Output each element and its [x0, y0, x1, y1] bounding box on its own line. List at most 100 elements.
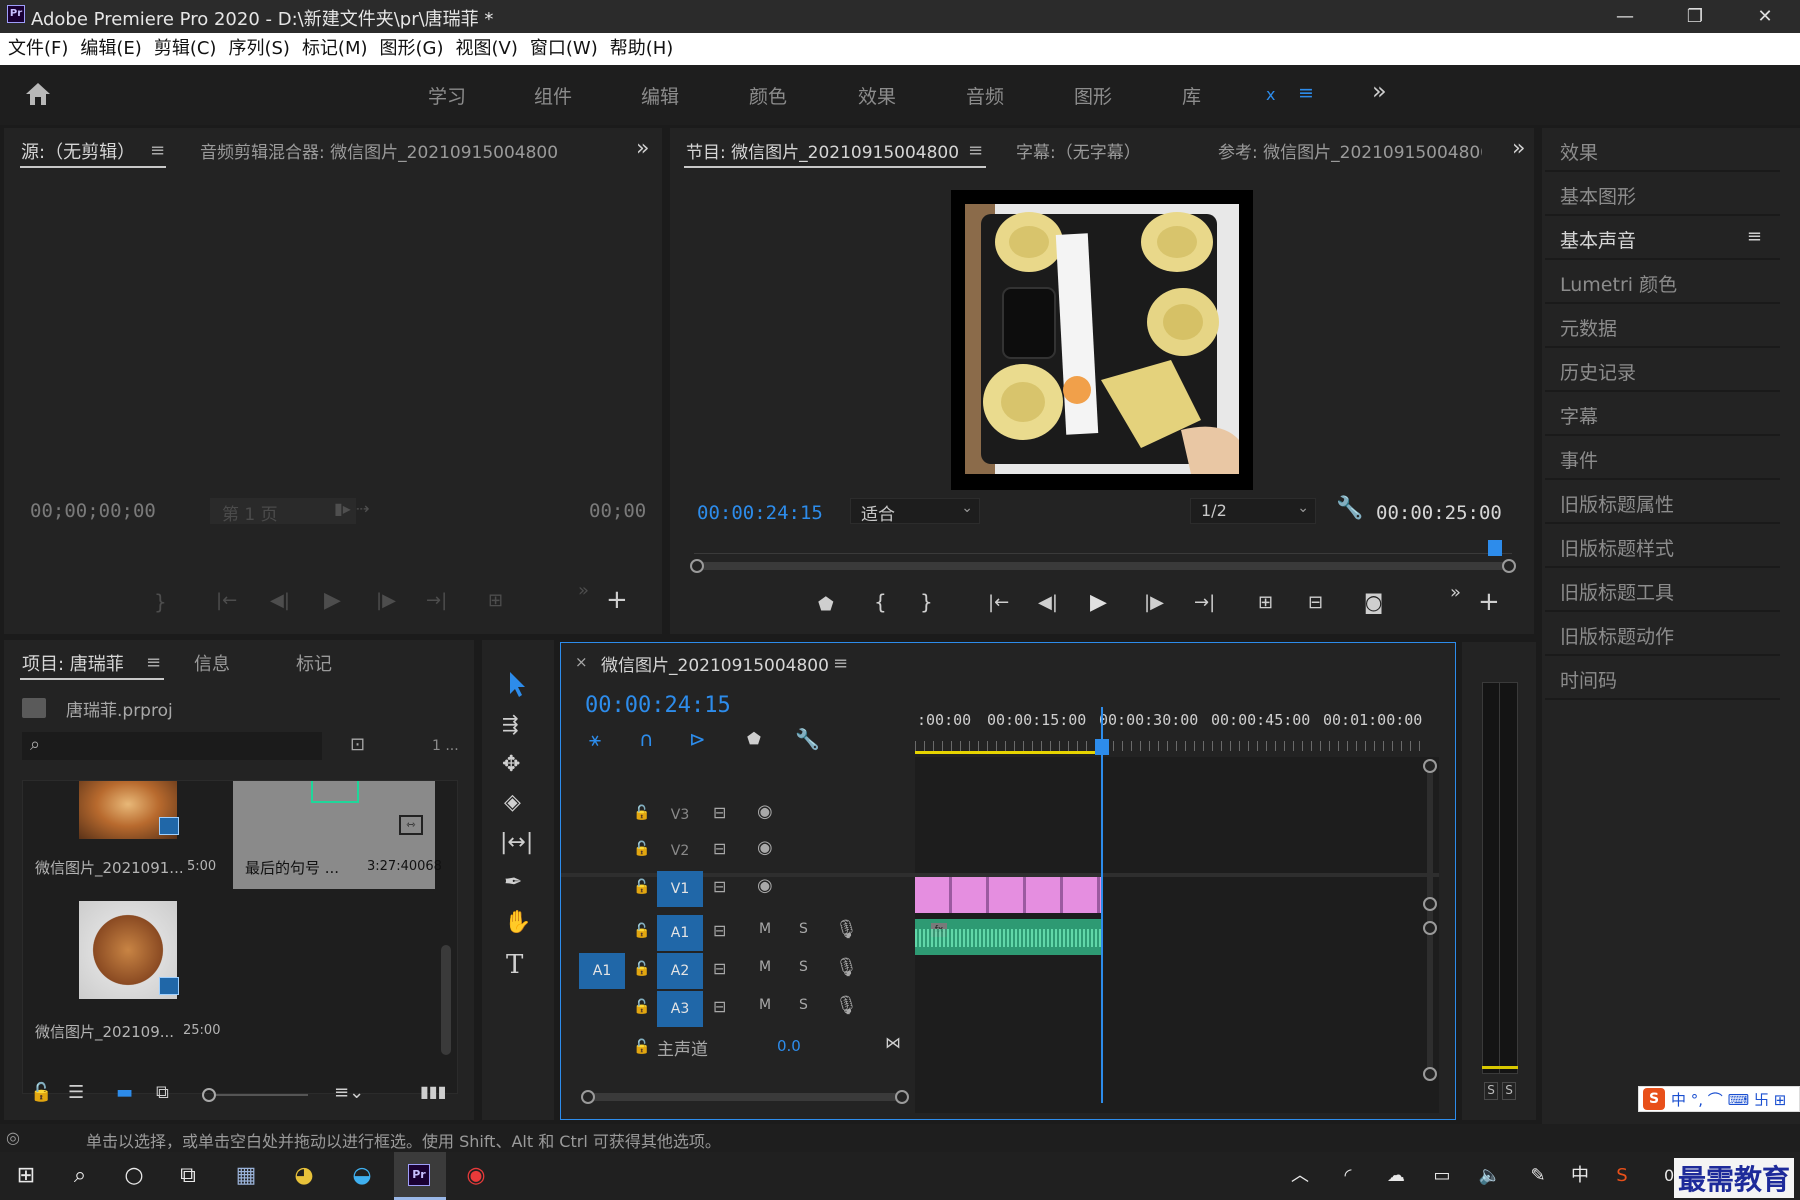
program-playhead-marker-icon[interactable] — [1488, 540, 1502, 556]
workspace-tab-assembly[interactable]: 组件 — [534, 82, 572, 109]
hand-tool-icon[interactable]: ✋ — [504, 910, 531, 935]
tab-captions[interactable]: 字幕:（无字幕） — [1016, 138, 1141, 163]
v2-sync-lock-icon[interactable]: ⊟ — [713, 839, 726, 858]
a1-voiceover-microphone-icon[interactable]: 🎙 — [835, 919, 858, 940]
program-zoom-scrollbar[interactable] — [694, 562, 1512, 570]
tab-timeline-sequence[interactable]: 微信图片_20210915004800 — [601, 651, 829, 676]
workspace-tab-color[interactable]: 颜色 — [749, 82, 787, 109]
timeline-vscroll-handle-bottom[interactable] — [1423, 1067, 1437, 1081]
workspace-tab-audio[interactable]: 音频 — [966, 82, 1004, 109]
menu-file[interactable]: 文件(F) — [8, 33, 68, 65]
a2-sync-lock-icon[interactable]: ⊟ — [713, 959, 726, 978]
freeform-view-icon[interactable]: ⧉ — [156, 1082, 169, 1103]
timeline-vscroll-handle-top[interactable] — [1423, 759, 1437, 773]
master-lock-icon[interactable]: 🔓 — [633, 1039, 650, 1055]
tray-battery-icon[interactable]: ▭ — [1424, 1160, 1460, 1192]
source-step-back-icon[interactable]: ◀| — [270, 590, 290, 611]
timeline-hscroll-handle-left[interactable] — [581, 1090, 595, 1104]
source-timecode[interactable]: 00;00;00;00 — [30, 500, 156, 522]
calculator-icon[interactable]: ▦ — [228, 1160, 264, 1192]
track-v2-label[interactable]: V2 — [657, 833, 703, 869]
workspace-tab-learn[interactable]: 学习 — [428, 82, 466, 109]
menu-help[interactable]: 帮助(H) — [610, 33, 674, 65]
source-play-icon[interactable]: ▶ — [324, 588, 341, 613]
insert-overwrite-sequences-icon[interactable]: ⚹ — [589, 727, 601, 751]
zoom-slider-track[interactable] — [216, 1094, 308, 1096]
program-tab-menu-icon[interactable]: ≡ — [968, 140, 983, 161]
ripple-edit-tool-icon[interactable]: ✥ — [502, 752, 520, 777]
track-v3-label[interactable]: V3 — [657, 797, 703, 833]
workspace-menu-icon[interactable]: ≡ — [1298, 82, 1314, 104]
right-panel-item-legacy-title-tools[interactable]: 旧版标题工具 — [1545, 568, 1780, 612]
program-transport-more-icon[interactable]: » — [1450, 582, 1461, 603]
type-tool-icon[interactable]: T — [506, 950, 523, 980]
program-playhead-timecode[interactable]: 00:00:24:15 — [697, 502, 823, 524]
master-go-to-end-icon[interactable]: ⋈ — [885, 1033, 901, 1052]
menu-edit[interactable]: 编辑(E) — [80, 33, 141, 65]
program-mark-out-icon[interactable]: } — [920, 590, 933, 614]
task-view-icon[interactable]: ⧉ — [170, 1160, 206, 1192]
source-insert-icon[interactable]: ⊞ — [488, 590, 503, 611]
program-zoom-handle-left[interactable] — [690, 559, 704, 573]
right-panel-item-legacy-title-actions[interactable]: 旧版标题动作 — [1545, 612, 1780, 656]
right-panel-item-timecode[interactable]: 时间码 — [1545, 656, 1780, 700]
a3-sync-lock-icon[interactable]: ⊟ — [713, 997, 726, 1016]
timeline-vscroll-handle-audio[interactable] — [1423, 921, 1437, 935]
track-a2-label[interactable]: A2 — [657, 953, 703, 989]
v1-lock-icon[interactable]: 🔓 — [633, 879, 650, 895]
workspace-tab-graphics[interactable]: 图形 — [1074, 82, 1112, 109]
slip-tool-icon[interactable]: |↔| — [500, 830, 533, 855]
menu-clip[interactable]: 剪辑(C) — [154, 33, 217, 65]
source-mark-out-icon[interactable]: } — [154, 590, 167, 614]
master-volume-value[interactable]: 0.0 — [777, 1037, 801, 1055]
program-add-marker-icon[interactable]: ⬟ — [818, 594, 834, 615]
v2-eye-icon[interactable]: ◉ — [757, 837, 773, 858]
chrome-icon[interactable]: ◕ — [286, 1160, 322, 1192]
lock-icon[interactable]: 🔓 — [30, 1082, 52, 1103]
source-step-forward-icon[interactable]: |▶ — [376, 590, 396, 611]
tab-reference-clip[interactable]: 参考: 微信图片_20210915004800 — [1218, 138, 1482, 162]
v1-sync-lock-icon[interactable]: ⊟ — [713, 877, 726, 896]
workspace-tab-effects[interactable]: 效果 — [858, 82, 896, 109]
edge-icon[interactable]: ◒ — [344, 1160, 380, 1192]
a2-voiceover-microphone-icon[interactable]: 🎙 — [835, 957, 858, 978]
source-more-icon[interactable]: » — [636, 136, 649, 161]
right-panel-item-events[interactable]: 事件 — [1545, 436, 1780, 480]
right-panel-item-essential-graphics[interactable]: 基本图形 — [1545, 172, 1780, 216]
pen-tool-icon[interactable]: ✒ — [504, 870, 522, 895]
program-zoom-handle-right[interactable] — [1502, 559, 1516, 573]
program-resolution-select[interactable]: 1/2 ⌄ — [1190, 498, 1316, 524]
project-search-input[interactable]: ⌕ — [22, 732, 322, 760]
tab-markers[interactable]: 标记 — [296, 650, 332, 676]
workspace-tab-editing[interactable]: 编辑 — [641, 82, 679, 109]
a1-sync-lock-icon[interactable]: ⊟ — [713, 921, 726, 940]
timeline-horizontal-scrollbar[interactable] — [587, 1093, 907, 1101]
tab-project[interactable]: 项目: 唐瑞菲 — [22, 650, 124, 676]
a1-solo-button[interactable]: S — [799, 921, 808, 937]
program-time-ruler[interactable] — [694, 528, 1512, 554]
a2-solo-button[interactable]: S — [799, 959, 808, 975]
track-v1-label[interactable]: V1 — [657, 871, 703, 907]
right-panel-item-history[interactable]: 历史记录 — [1545, 348, 1780, 392]
track-a3-label[interactable]: A3 — [657, 991, 703, 1027]
program-step-back-icon[interactable]: ◀| — [1038, 592, 1058, 613]
ime-toolbar[interactable]: S 中 °, ⌒ ⌨ 卐 ⊞ — [1638, 1086, 1800, 1112]
workspace-close-icon[interactable]: x — [1266, 85, 1275, 104]
source-go-to-out-icon[interactable]: →| — [426, 590, 447, 611]
project-tab-menu-icon[interactable]: ≡ — [146, 652, 161, 673]
menu-window[interactable]: 窗口(W) — [530, 33, 598, 65]
tray-onedrive-icon[interactable]: ☁ — [1378, 1160, 1414, 1192]
icon-view-icon[interactable]: ▬ — [116, 1082, 133, 1103]
track-a1-label[interactable]: A1 — [657, 915, 703, 951]
a3-solo-button[interactable]: S — [799, 997, 808, 1013]
timeline-settings-wrench-icon[interactable]: 🔧 — [795, 727, 820, 751]
right-panel-item-lumetri-color[interactable]: Lumetri 颜色 — [1545, 260, 1780, 304]
timeline-hscroll-handle-right[interactable] — [895, 1090, 909, 1104]
timeline-playhead-line[interactable] — [1101, 707, 1103, 1103]
project-item-audio[interactable]: ⇿ 最后的句号 ... 3:27:40068 — [233, 781, 442, 889]
audio-clip-a1[interactable]: fx — [915, 919, 1101, 955]
meter-solo-left-button[interactable]: S — [1484, 1082, 1498, 1100]
program-play-icon[interactable]: ▶ — [1090, 590, 1107, 615]
tray-language-indicator[interactable]: 中 — [1562, 1160, 1598, 1192]
right-panel-item-legacy-title-properties[interactable]: 旧版标题属性 — [1545, 480, 1780, 524]
